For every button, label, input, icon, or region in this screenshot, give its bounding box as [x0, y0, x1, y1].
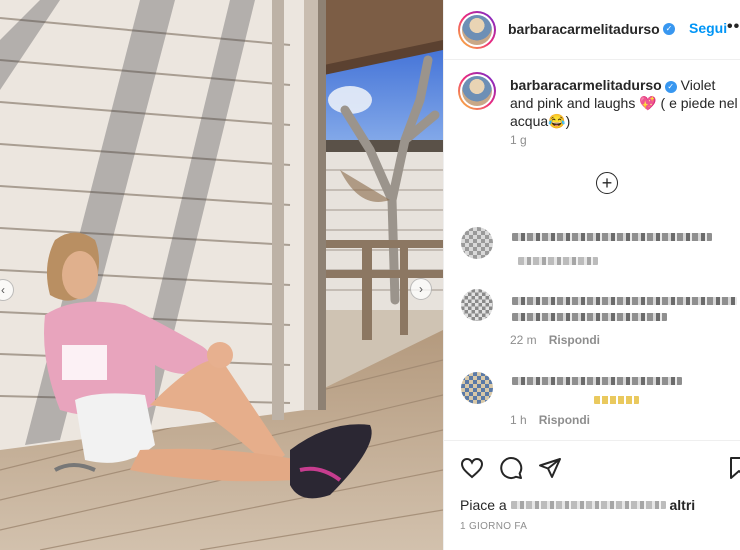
verified-badge-icon: ✓ [663, 23, 675, 35]
comment-text-redacted [512, 233, 712, 241]
likes-summary[interactable]: Piace a altri [460, 497, 695, 513]
next-photo-button[interactable]: › [410, 278, 432, 300]
action-bar [444, 440, 740, 490]
paper-plane-icon[interactable] [538, 456, 562, 480]
more-options-icon[interactable]: ••• [727, 18, 740, 36]
comment-meta-redacted [518, 257, 598, 265]
comment-meta: 1 h Rispondi [510, 413, 590, 427]
comment-text-redacted [512, 377, 682, 385]
comment-text-redacted [512, 313, 667, 321]
likers-redacted [510, 501, 666, 509]
caption-avatar[interactable] [458, 72, 496, 110]
author-username[interactable]: barbaracarmelitadurso [508, 21, 660, 37]
commenter-avatar[interactable] [461, 372, 493, 404]
reply-button[interactable]: Rispondi [549, 333, 600, 347]
follow-button[interactable]: Segui [689, 20, 727, 36]
author-avatar[interactable] [458, 11, 496, 49]
emoji-redacted [594, 396, 639, 404]
caption-username[interactable]: barbaracarmelitadurso [510, 77, 662, 93]
reply-button[interactable]: Rispondi [539, 413, 590, 427]
caption-verified-badge-icon: ✓ [664, 81, 677, 93]
comment-time[interactable]: 1 h [510, 413, 527, 427]
post-side-panel: barbaracarmelitadurso ✓ Segui ••• barbar… [443, 0, 740, 550]
comment-text-redacted [512, 297, 737, 305]
likes-prefix: Piace a [460, 497, 507, 513]
caption-timestamp[interactable]: 1 g [510, 133, 527, 147]
comment-meta: 22 m Rispondi [510, 333, 600, 347]
post-image [0, 0, 443, 550]
likes-suffix: altri [669, 497, 696, 513]
plus-circle-icon[interactable]: + [596, 172, 618, 194]
post-date[interactable]: 1 GIORNO FA [460, 521, 527, 532]
post-photo[interactable]: ‹ › [0, 0, 443, 550]
post-header: barbaracarmelitadurso ✓ Segui ••• [444, 0, 740, 60]
bookmark-icon[interactable] [727, 456, 740, 480]
commenter-avatar[interactable] [461, 227, 493, 259]
comment-time[interactable]: 22 m [510, 333, 537, 347]
heart-icon[interactable] [460, 456, 484, 480]
commenter-avatar[interactable] [461, 289, 493, 321]
comment-bubble-icon[interactable] [499, 456, 523, 480]
caption-text: barbaracarmelitadurso ✓ Violet and pink a… [510, 76, 738, 130]
